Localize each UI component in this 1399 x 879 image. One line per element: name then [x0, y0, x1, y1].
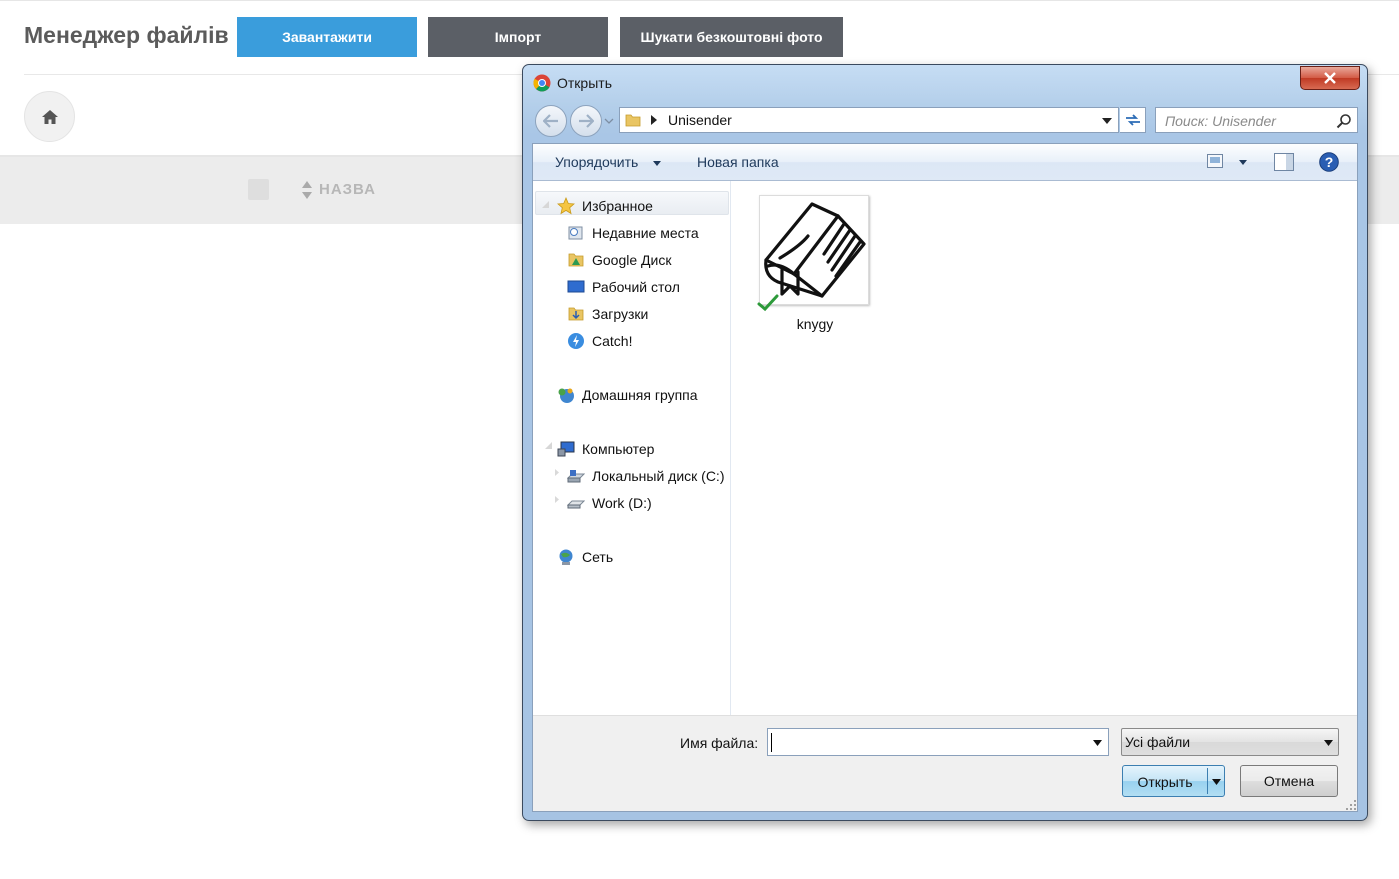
refresh-button[interactable]	[1120, 107, 1146, 133]
open-file-dialog: Открыть Unisender Поиск: Unisender Упоря…	[522, 64, 1368, 821]
nav-catch-label: Catch!	[592, 333, 633, 349]
book-icon	[764, 202, 866, 298]
catch-app-icon	[568, 333, 584, 349]
filetype-value: Усі файли	[1125, 734, 1191, 750]
filetype-select[interactable]: Усі файли	[1121, 728, 1339, 756]
hard-drive-icon	[567, 470, 585, 483]
nav-recent-places-label: Недавние места	[592, 225, 699, 241]
dialog-body: Упорядочить Новая папка ? Избранное Неда…	[532, 143, 1358, 812]
nav-homegroup-label: Домашняя группа	[582, 387, 698, 403]
nav-network-label: Сеть	[582, 549, 614, 565]
search-placeholder: Поиск: Unisender	[1165, 113, 1276, 129]
nav-desktop-label: Рабочий стол	[592, 279, 680, 295]
preview-pane-icon[interactable]	[1274, 153, 1294, 171]
back-button[interactable]	[535, 105, 567, 137]
chevron-down-icon	[1324, 740, 1333, 746]
chevron-down-icon	[653, 161, 661, 166]
organize-button[interactable]: Упорядочить	[555, 154, 638, 170]
nav-google-drive[interactable]: Google Диск	[567, 249, 671, 271]
drive-icon	[567, 500, 585, 509]
sort-icon[interactable]	[301, 180, 313, 200]
cancel-button[interactable]: Отмена	[1240, 765, 1338, 797]
downloads-folder-icon	[568, 307, 584, 321]
filename-label: Имя файла:	[680, 735, 759, 751]
open-button-label: Открыть	[1137, 774, 1193, 790]
address-current-folder[interactable]: Unisender	[668, 112, 732, 128]
open-button[interactable]: Открыть	[1122, 765, 1225, 797]
import-button[interactable]: Імпорт	[428, 17, 608, 57]
nav-network[interactable]: Сеть	[557, 546, 613, 568]
homegroup-icon	[558, 388, 574, 403]
nav-favorites-label: Избранное	[582, 198, 653, 214]
nav-downloads-label: Загрузки	[592, 306, 649, 322]
expand-computer-icon[interactable]	[545, 442, 552, 449]
nav-local-disk-c-label: Локальный диск (C:)	[592, 468, 725, 484]
free-photos-button[interactable]: Шукати безкоштовні фото	[620, 17, 843, 57]
close-button[interactable]	[1300, 66, 1360, 90]
file-list: knygy	[731, 181, 1357, 715]
dialog-title: Открыть	[557, 75, 612, 91]
nav-work-d-label: Work (D:)	[592, 495, 652, 511]
recent-places-icon	[568, 226, 583, 240]
page-title: Менеджер файлів	[24, 22, 229, 48]
filename-history-dropdown-icon[interactable]	[1093, 740, 1102, 746]
open-split-divider	[1207, 768, 1208, 794]
nav-computer-label: Компьютер	[582, 441, 655, 457]
chrome-icon	[533, 74, 551, 92]
network-icon	[559, 549, 573, 565]
home-button[interactable]	[24, 91, 75, 142]
folder-icon	[625, 114, 641, 127]
google-drive-folder-icon	[568, 253, 584, 267]
address-dropdown-icon[interactable]	[1102, 118, 1112, 125]
page-top-border	[0, 0, 1399, 1]
history-dropdown-icon[interactable]	[604, 116, 614, 126]
home-icon	[41, 109, 58, 124]
navigation-pane: Избранное Недавние места Google Диск Раб…	[533, 181, 731, 715]
view-options-dropdown-icon[interactable]	[1239, 160, 1247, 165]
open-options-dropdown-icon[interactable]	[1212, 779, 1221, 785]
sync-check-icon	[757, 294, 779, 312]
close-icon	[1324, 72, 1336, 84]
nav-google-drive-label: Google Диск	[592, 252, 672, 268]
new-folder-button[interactable]: Новая папка	[697, 154, 779, 170]
upload-button[interactable]: Завантажити	[237, 17, 417, 57]
forward-button[interactable]	[570, 105, 602, 137]
select-all-checkbox[interactable]	[248, 179, 269, 200]
expand-favorites-icon[interactable]	[542, 201, 549, 208]
nav-local-disk-c[interactable]: Локальный диск (C:)	[567, 465, 725, 487]
nav-work-d[interactable]: Work (D:)	[567, 492, 652, 514]
file-item-name[interactable]: knygy	[751, 316, 879, 332]
filename-input[interactable]	[767, 728, 1109, 756]
nav-downloads[interactable]: Загрузки	[567, 303, 648, 325]
search-input[interactable]: Поиск: Unisender	[1155, 107, 1358, 133]
file-item-thumbnail[interactable]	[759, 195, 869, 305]
nav-computer[interactable]: Компьютер	[557, 438, 654, 460]
svg-text:?: ?	[1325, 154, 1334, 170]
arrow-right-icon	[579, 114, 594, 128]
column-header-name[interactable]: НАЗВА	[319, 181, 376, 198]
nav-homegroup[interactable]: Домашняя группа	[557, 384, 698, 406]
resize-grip-icon[interactable]	[1345, 799, 1357, 811]
expand-work-drive-icon[interactable]	[553, 496, 560, 503]
nav-favorites[interactable]: Избранное	[557, 195, 653, 217]
text-caret	[771, 733, 772, 752]
nav-catch[interactable]: Catch!	[567, 330, 632, 352]
command-bar: Упорядочить Новая папка ?	[533, 144, 1357, 181]
change-view-icon[interactable]	[1207, 154, 1223, 168]
arrow-left-icon	[543, 114, 558, 128]
nav-recent-places[interactable]: Недавние места	[567, 222, 699, 244]
nav-desktop[interactable]: Рабочий стол	[567, 276, 680, 298]
search-icon[interactable]	[1336, 113, 1352, 129]
desktop-icon	[567, 280, 585, 293]
refresh-icon	[1125, 114, 1140, 126]
computer-icon	[557, 441, 575, 457]
expand-local-disk-icon[interactable]	[553, 469, 560, 476]
star-icon	[557, 197, 575, 215]
address-bar[interactable]: Unisender	[619, 107, 1119, 133]
breadcrumb-arrow-icon[interactable]	[651, 115, 657, 125]
help-icon[interactable]: ?	[1319, 152, 1339, 172]
